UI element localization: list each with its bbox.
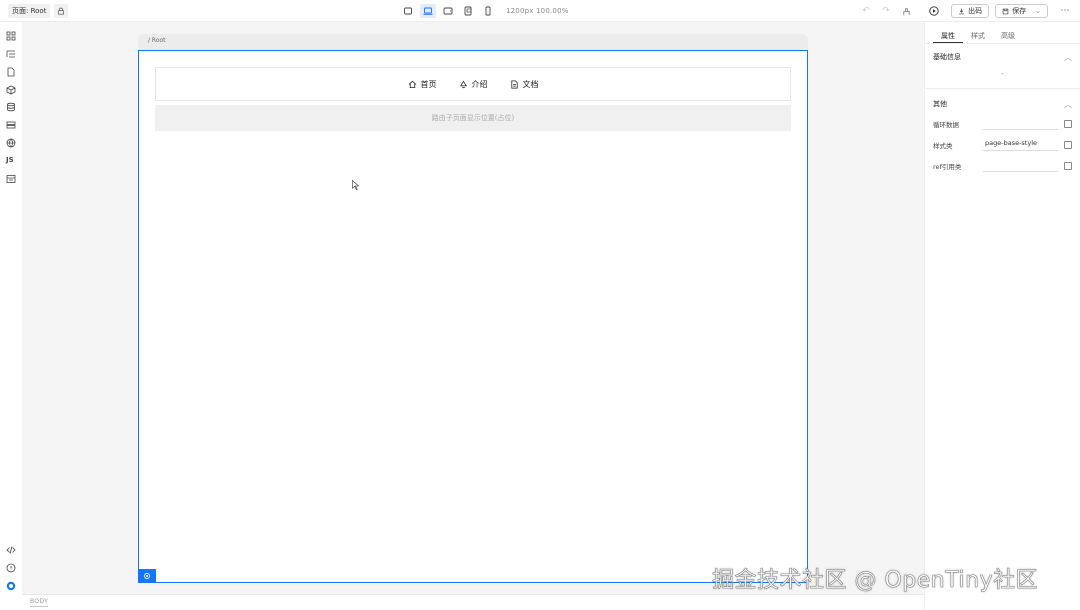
download-icon [959,8,965,14]
save-button[interactable]: 保存 ⌄ [995,4,1048,18]
outline-tree-icon[interactable] [6,49,16,59]
page-icon[interactable] [6,67,16,77]
nav-item-intro[interactable]: 介绍 [459,79,488,90]
opentiny-logo-icon[interactable] [6,581,16,591]
prop-label: 循环数据 [933,120,959,129]
bridge-icon[interactable] [6,120,16,130]
desktop-large-icon[interactable] [400,4,416,18]
canvas-page-frame[interactable]: 首页 介绍 文档 路由子页面显示位置(占位) [138,50,808,583]
lock-icon[interactable] [54,4,68,18]
basic-info-title: 基础信息 [933,53,961,61]
save-label: 保存 [1012,7,1027,15]
canvas-size-readout[interactable]: 1200px 100.00% [506,7,569,15]
save-icon [1002,8,1009,14]
variable-bind-icon[interactable] [1064,161,1072,170]
javascript-icon[interactable]: JS [6,156,14,164]
tablet-landscape-icon[interactable] [440,4,456,18]
help-icon[interactable] [6,563,16,573]
chevron-down-icon[interactable]: ⌄ [1035,7,1041,15]
prop-row-class: 样式类 page-base-style [925,134,1080,155]
settings-panel: 属性 样式 高级 基础信息 ︿ - 其他 ︿ 循环数据 样式类 page-bas… [924,22,1080,610]
nav-menu[interactable]: 首页 介绍 文档 [155,67,791,101]
nav-item-label: 文档 [522,79,539,89]
watermark: 掘金技术社区 @ OpenTiny社区 [712,568,1039,594]
redo-icon[interactable]: ↷ [879,4,893,18]
state-management-icon[interactable] [6,174,16,184]
tab-props[interactable]: 属性 [933,28,963,43]
prop-row-ref: ref引用类 [925,155,1080,176]
nav-item-home[interactable]: 首页 [408,79,437,90]
basic-info-header[interactable]: 基础信息 ︿ [925,48,1080,66]
other-header[interactable]: 其他 ︿ [925,95,1080,113]
code-icon[interactable] [6,545,16,555]
prop-label: ref引用类 [933,162,962,171]
top-toolbar: 页面: Root 1200px 100.00% ↶ ↷ 出码 保存 ⌄ ⋯ [0,0,1080,22]
class-name-input[interactable]: page-base-style [983,139,1058,151]
basic-info-empty: - [1001,70,1004,78]
generate-code-label: 出码 [968,7,983,15]
left-icon-rail: JS [0,22,22,610]
loop-data-input[interactable] [983,118,1058,130]
generate-code-button[interactable]: 出码 [951,4,990,18]
data-source-icon[interactable] [6,102,16,112]
page-selector-label: 页面: Root [12,7,47,15]
nav-item-docs[interactable]: 文档 [510,79,539,90]
i18n-globe-icon[interactable] [6,138,16,148]
mobile-icon[interactable] [480,4,496,18]
mouse-cursor-icon [352,180,360,190]
tab-advanced[interactable]: 高级 [993,28,1023,43]
preview-icon[interactable] [927,4,941,18]
body-breadcrumb[interactable]: BODY [30,598,49,607]
tablet-icon[interactable] [460,4,476,18]
tab-styles[interactable]: 样式 [963,28,993,43]
variable-bind-icon[interactable] [1064,140,1072,149]
component-library-icon[interactable] [6,31,16,41]
section-divider [925,88,1080,89]
block-icon[interactable] [6,85,16,95]
device-switcher: 1200px 100.00% [400,4,569,18]
recycle-icon [459,80,467,88]
canvas-route-bar: / Root [138,34,808,50]
nav-item-label: 首页 [420,79,437,89]
undo-icon[interactable]: ↶ [859,4,873,18]
desktop-icon[interactable] [420,4,436,18]
variable-bind-icon[interactable] [1064,119,1072,128]
router-view-placeholder-text: 路由子页面显示位置(占位) [431,114,515,122]
router-view-placeholder[interactable]: 路由子页面显示位置(占位) [155,105,791,131]
ref-input[interactable] [983,160,1058,172]
chevron-up-icon[interactable]: ︿ [1064,99,1072,110]
element-breadcrumb-bar: BODY [22,594,924,610]
more-icon[interactable]: ⋯ [1058,4,1072,18]
route-path: / Root [148,37,166,44]
nav-item-label: 介绍 [471,79,488,89]
prop-row-loop-data: 循环数据 [925,113,1080,134]
settings-gear-icon[interactable] [138,569,156,583]
page-selector[interactable]: 页面: Root [8,4,51,18]
document-icon [510,79,518,89]
chevron-up-icon[interactable]: ︿ [1064,52,1072,63]
home-icon [408,80,416,88]
right-toolbar: ↶ ↷ 出码 保存 ⌄ ⋯ [859,3,1072,19]
settings-tabs: 属性 样式 高级 [925,22,1080,44]
other-title: 其他 [933,100,947,108]
prop-label: 样式类 [933,141,953,150]
clear-icon[interactable] [899,4,913,18]
